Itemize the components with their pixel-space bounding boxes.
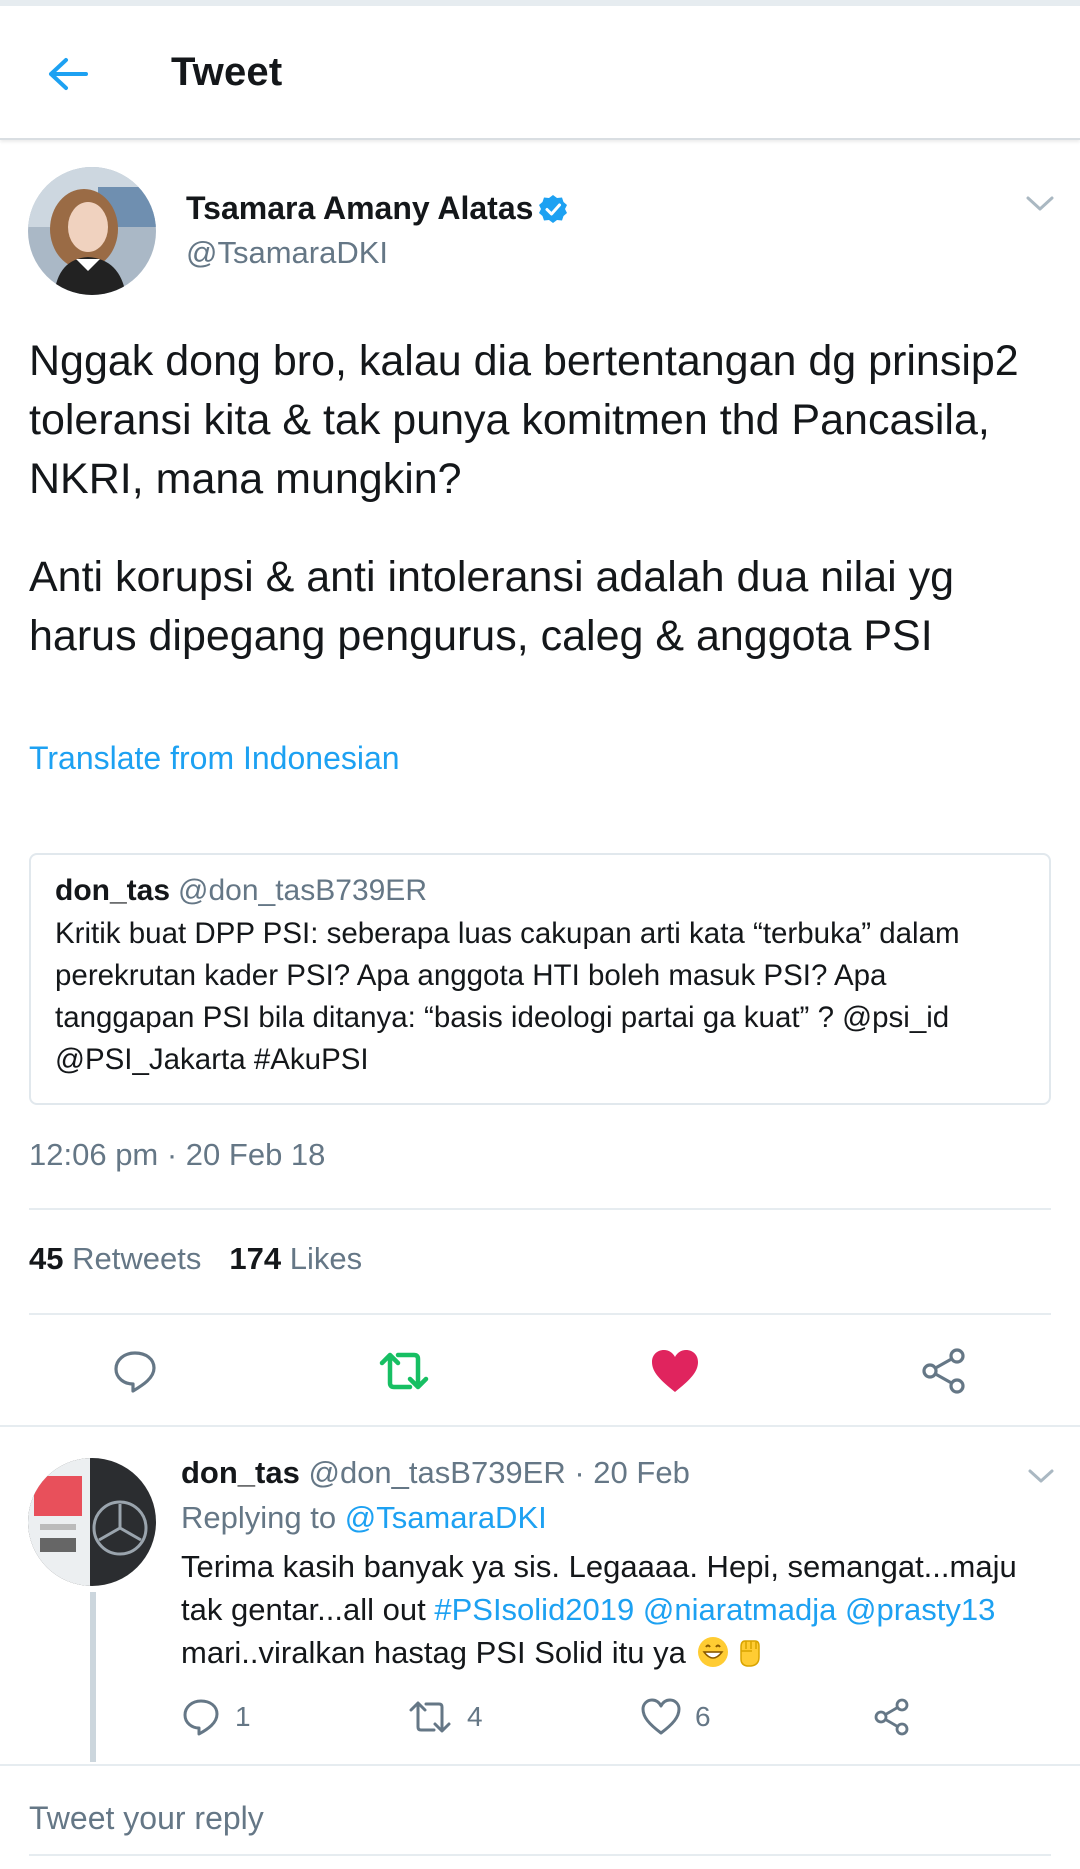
chevron-down-icon[interactable] xyxy=(1024,1462,1058,1490)
share-button[interactable] xyxy=(914,1341,974,1401)
replying-to: Replying to @TsamaraDKI xyxy=(181,1500,547,1536)
reply-author-name[interactable]: don_tas xyxy=(181,1455,300,1490)
share-icon xyxy=(874,1698,909,1736)
mention-link[interactable]: @prasty13 xyxy=(845,1592,995,1627)
reply-bubble-icon xyxy=(183,1699,219,1736)
likes-stat[interactable]: 174 Likes xyxy=(229,1241,362,1276)
retweet-label: Retweets xyxy=(72,1241,202,1276)
raised-fist-icon xyxy=(740,1640,761,1667)
reply-bubble-icon xyxy=(114,1351,156,1393)
share-icon xyxy=(922,1348,965,1394)
like-button[interactable] xyxy=(645,1341,705,1401)
replying-prefix: Replying to xyxy=(181,1500,337,1535)
quoted-tweet-header: don_tas @don_tasB739ER xyxy=(55,871,1025,911)
replying-mention-link[interactable]: @TsamaraDKI xyxy=(345,1500,547,1535)
reply-like-count: 6 xyxy=(695,1701,711,1732)
quoted-author-name: don_tas xyxy=(55,874,171,907)
engagement-stats: 45 Retweets 174 Likes xyxy=(29,1241,362,1277)
like-label: Likes xyxy=(289,1241,363,1276)
retweet-button[interactable] xyxy=(374,1341,434,1401)
grinning-face-icon xyxy=(698,1637,729,1667)
mention-link[interactable]: @niaratmadja xyxy=(643,1592,836,1627)
reply-text-part: mari..viralkan hastag PSI Solid itu ya xyxy=(181,1635,686,1670)
heart-outline-icon xyxy=(641,1698,681,1735)
divider xyxy=(29,1854,1051,1856)
reply-button[interactable] xyxy=(105,1341,165,1401)
divider xyxy=(29,1208,1051,1210)
arrow-left-icon xyxy=(49,58,88,90)
verified-badge-icon xyxy=(539,195,567,223)
tweet-paragraph: Anti korupsi & anti intoleransi adalah d… xyxy=(29,553,955,660)
page-title: Tweet xyxy=(171,50,283,94)
retweet-icon xyxy=(379,1352,429,1390)
divider xyxy=(0,1764,1080,1766)
divider xyxy=(0,1425,1080,1427)
reply-date: · 20 Feb xyxy=(574,1455,690,1490)
reply-author-photo xyxy=(28,1458,156,1586)
quoted-author-handle: @don_tasB739ER xyxy=(178,874,427,907)
retweet-icon xyxy=(409,1701,451,1733)
reply-reply-button[interactable]: 1 xyxy=(181,1693,251,1741)
author-name[interactable]: Tsamara Amany Alatas xyxy=(186,190,533,227)
reply-compose-input[interactable]: Tweet your reply xyxy=(29,1800,264,1837)
divider xyxy=(29,1313,1051,1315)
like-count: 174 xyxy=(229,1241,282,1276)
avatar[interactable] xyxy=(28,167,156,295)
tweet-paragraph: Nggak dong bro, kalau dia bertentangan d… xyxy=(29,337,1019,503)
reply-share-button[interactable] xyxy=(872,1693,926,1741)
reply-text: Terima kasih banyak ya sis. Legaaaa. Hep… xyxy=(181,1545,1051,1674)
reply-author-handle[interactable]: @don_tasB739ER xyxy=(308,1455,565,1490)
back-button[interactable] xyxy=(40,46,96,102)
retweets-stat[interactable]: 45 Retweets xyxy=(29,1241,201,1276)
reply-like-button[interactable]: 6 xyxy=(641,1693,711,1741)
chevron-down-icon[interactable] xyxy=(1022,188,1058,218)
quoted-tweet-text: Kritik buat DPP PSI: seberapa luas cakup… xyxy=(55,917,960,1076)
author-handle[interactable]: @TsamaraDKI xyxy=(186,235,388,271)
translate-link[interactable]: Translate from Indonesian xyxy=(29,740,400,777)
retweet-count: 45 xyxy=(29,1241,64,1276)
reply-retweet-button[interactable]: 4 xyxy=(407,1693,483,1741)
quoted-tweet[interactable]: don_tas @don_tasB739ER Kritik buat DPP PS… xyxy=(29,853,1051,1105)
top-bar: Tweet xyxy=(0,6,1080,140)
author-photo xyxy=(28,167,156,295)
thread-line xyxy=(90,1592,96,1762)
tweet-timestamp: 12:06 pm · 20 Feb 18 xyxy=(29,1137,326,1172)
reply-avatar[interactable] xyxy=(28,1458,156,1586)
reply-reply-count: 1 xyxy=(235,1701,251,1732)
reply-retweet-count: 4 xyxy=(467,1701,483,1732)
reply-header: don_tas @don_tasB739ER · 20 Feb xyxy=(181,1453,690,1493)
hashtag-link[interactable]: #PSIsolid2019 xyxy=(434,1592,634,1627)
heart-filled-icon xyxy=(652,1350,698,1392)
tweet-text: Nggak dong bro, kalau dia bertentangan d… xyxy=(29,332,1059,666)
